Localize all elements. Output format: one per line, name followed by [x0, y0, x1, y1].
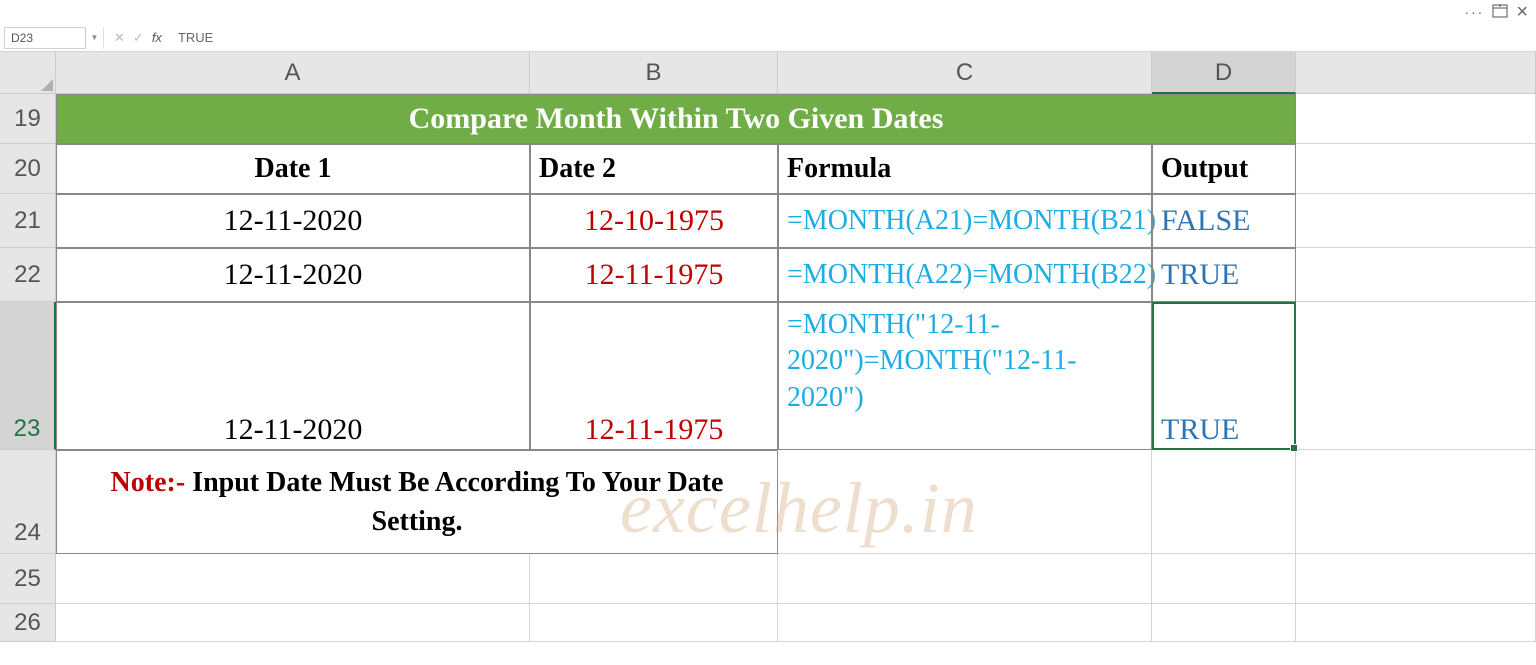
cell-C25[interactable] [778, 554, 1152, 604]
column-header-B[interactable]: B [530, 52, 778, 94]
row-header-24[interactable]: 24 [0, 450, 56, 554]
close-icon[interactable]: × [1516, 1, 1528, 24]
row-header-20[interactable]: 20 [0, 144, 56, 194]
ribbon-display-icon[interactable] [1492, 3, 1508, 22]
column-header-extra[interactable] [1296, 52, 1536, 94]
name-box[interactable] [4, 27, 86, 49]
insert-function-icon[interactable]: fx [152, 30, 162, 45]
cell-D21[interactable]: FALSE [1152, 194, 1296, 248]
cell-B25[interactable] [530, 554, 778, 604]
note-text: Input Date Must Be According To Your Dat… [185, 467, 723, 537]
formula-bar-input[interactable] [172, 28, 1536, 47]
cell-C21[interactable]: =MONTH(A21)=MONTH(B21) [778, 194, 1152, 248]
cell-empty[interactable] [1296, 604, 1536, 642]
header-formula[interactable]: Formula [778, 144, 1152, 194]
cell-C23[interactable]: =MONTH("12-11-2020")=MONTH("12-11-2020") [778, 302, 1152, 450]
cell-B26[interactable] [530, 604, 778, 642]
column-header-A[interactable]: A [56, 52, 530, 94]
cell-D23-selected[interactable]: TRUE [1152, 302, 1296, 450]
formula-bar-row: ▼ ✕ ✓ fx [0, 24, 1536, 52]
name-box-dropdown-icon[interactable]: ▼ [86, 27, 104, 49]
header-date2[interactable]: Date 2 [530, 144, 778, 194]
formula-bar-controls: ✕ ✓ fx [104, 30, 172, 46]
cell-empty[interactable] [1296, 554, 1536, 604]
cell-A23[interactable]: 12-11-2020 [56, 302, 530, 450]
cell-B23[interactable]: 12-11-1975 [530, 302, 778, 450]
row-header-19[interactable]: 19 [0, 94, 56, 144]
cell-B21[interactable]: 12-10-1975 [530, 194, 778, 248]
cell-empty[interactable] [1296, 94, 1536, 144]
cell-D25[interactable] [1152, 554, 1296, 604]
row-header-22[interactable]: 22 [0, 248, 56, 302]
cell-B22[interactable]: 12-11-1975 [530, 248, 778, 302]
cell-C26[interactable] [778, 604, 1152, 642]
row-header-26[interactable]: 26 [0, 604, 56, 642]
cell-D22[interactable]: TRUE [1152, 248, 1296, 302]
cancel-formula-icon[interactable]: ✕ [114, 30, 125, 46]
cell-D26[interactable] [1152, 604, 1296, 642]
cell-empty[interactable] [1296, 450, 1536, 554]
row-header-25[interactable]: 25 [0, 554, 56, 604]
title-bar: ··· × [0, 0, 1536, 24]
select-all-corner[interactable] [0, 52, 56, 94]
header-output[interactable]: Output [1152, 144, 1296, 194]
cell-A21[interactable]: 12-11-2020 [56, 194, 530, 248]
cell-empty[interactable] [1296, 194, 1536, 248]
cell-empty[interactable] [1296, 144, 1536, 194]
column-header-D[interactable]: D [1152, 52, 1296, 94]
more-options-icon[interactable]: ··· [1464, 4, 1484, 20]
cell-empty[interactable] [1296, 302, 1536, 450]
note-cell[interactable]: Note:- Input Date Must Be According To Y… [56, 450, 778, 554]
cell-C24[interactable] [778, 450, 1152, 554]
row-header-21[interactable]: 21 [0, 194, 56, 248]
cell-A25[interactable] [56, 554, 530, 604]
cell-empty[interactable] [1296, 248, 1536, 302]
note-label: Note:- [111, 467, 186, 498]
row-header-23[interactable]: 23 [0, 302, 56, 450]
cell-D24[interactable] [1152, 450, 1296, 554]
sheet-title[interactable]: Compare Month Within Two Given Dates [56, 94, 1296, 144]
accept-formula-icon[interactable]: ✓ [133, 30, 144, 46]
cell-A22[interactable]: 12-11-2020 [56, 248, 530, 302]
header-date1[interactable]: Date 1 [56, 144, 530, 194]
spreadsheet-grid[interactable]: A B C D 19 Compare Month Within Two Give… [0, 52, 1536, 642]
cell-A26[interactable] [56, 604, 530, 642]
column-header-C[interactable]: C [778, 52, 1152, 94]
cell-C22[interactable]: =MONTH(A22)=MONTH(B22) [778, 248, 1152, 302]
